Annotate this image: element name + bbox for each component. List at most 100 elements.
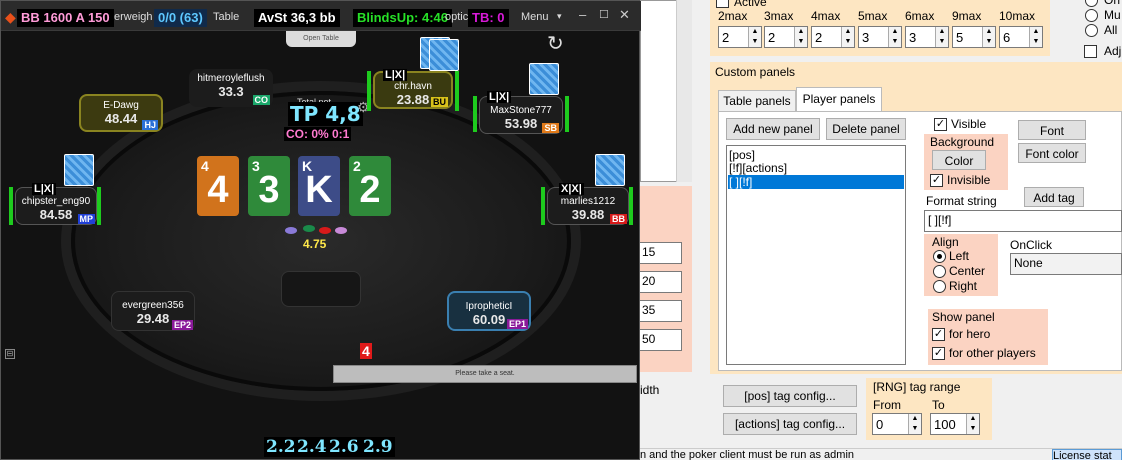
for-hero-label: for hero xyxy=(949,327,991,341)
spinner-arrows[interactable]: ▲ ▼ xyxy=(908,414,921,434)
max-spinner-1[interactable]: 2 ▲ ▼ xyxy=(764,26,808,48)
max-spinner-5[interactable]: 5 ▲ ▼ xyxy=(952,26,996,48)
format-string-label: Format string xyxy=(926,194,997,208)
radio-all-label: All xyxy=(1104,23,1118,37)
from-value: 0 xyxy=(876,417,884,432)
hud-average-stack: AvSt 36,3 bb xyxy=(254,9,340,27)
max-spinner-0[interactable]: 2 ▲ ▼ xyxy=(718,26,762,48)
align-center-radio[interactable] xyxy=(933,265,946,278)
to-spinner[interactable]: 100 ▲ ▼ xyxy=(930,413,980,435)
player-marks: X|X| xyxy=(559,183,584,195)
add-new-panel-button[interactable]: Add new panel xyxy=(726,118,820,140)
open-table-tab[interactable]: Open Table xyxy=(286,31,356,47)
format-string-input[interactable]: [ ][!f] xyxy=(924,210,1122,232)
panel-listbox[interactable]: [pos] [!f][actions] [ ][!f] xyxy=(726,145,906,365)
tab-table-label: Table panels xyxy=(723,94,791,108)
adjust-checkbox[interactable] xyxy=(1084,45,1097,58)
menu-button[interactable]: Menu xyxy=(521,11,549,23)
seat-evergreen356[interactable]: evergreen356 29.48 EP2 xyxy=(111,291,195,331)
left-value-1[interactable]: 15 xyxy=(638,242,682,264)
position-badge: SB xyxy=(542,123,559,133)
invisible-checkbox[interactable]: ✓ xyxy=(930,174,943,187)
menu-dropdown-icon[interactable]: ▾ xyxy=(557,11,562,22)
left-value-3[interactable]: 35 xyxy=(638,300,682,322)
spinner-arrows[interactable]: ▲ ▼ xyxy=(935,27,948,47)
delete-panel-button[interactable]: Delete panel xyxy=(826,118,906,140)
panel-list-item[interactable]: [pos] xyxy=(729,148,755,162)
board-card: 33 xyxy=(248,156,290,216)
spinner-arrows[interactable]: ▲ ▼ xyxy=(1029,27,1042,47)
player-marks: L|X| xyxy=(383,69,408,81)
max-spinner-4[interactable]: 3 ▲ ▼ xyxy=(905,26,949,48)
left-value-4[interactable]: 50 xyxy=(638,329,682,351)
take-seat-bar[interactable]: Please take a seat. xyxy=(333,365,637,383)
panel-list-selected-label: [ ][!f] xyxy=(729,175,753,189)
panel-list-item[interactable]: [!f][actions] xyxy=(729,161,787,175)
card-rank-big: 3 xyxy=(258,169,280,211)
spinner-arrows[interactable]: ▲ ▼ xyxy=(966,414,979,434)
radio-on[interactable] xyxy=(1085,0,1098,7)
from-spinner[interactable]: 0 ▲ ▼ xyxy=(872,413,922,435)
maximize-icon[interactable]: ☐ xyxy=(599,8,609,21)
diamond-icon: ◆ xyxy=(5,9,16,25)
actions-tag-config-button[interactable]: [actions] tag config... xyxy=(723,413,857,435)
align-left-radio[interactable] xyxy=(933,250,946,263)
radio-mu[interactable] xyxy=(1085,9,1098,22)
max-spinner-6[interactable]: 6 ▲ ▼ xyxy=(999,26,1043,48)
card-rank-big: 4 xyxy=(207,169,229,211)
align-right-label: Right xyxy=(949,279,978,293)
bet-size-button[interactable]: 2.4 xyxy=(295,437,329,457)
panel-list-item-selected[interactable]: [ ][!f] xyxy=(728,175,904,189)
side-expand-icon[interactable]: ⊟ xyxy=(5,349,15,359)
seat-e-dawg[interactable]: E-Dawg 48.44 HJ xyxy=(79,94,163,132)
radio-all[interactable] xyxy=(1085,24,1098,37)
tab-player-panels[interactable]: Player panels xyxy=(796,87,882,112)
player-marks: L|X| xyxy=(487,91,512,103)
onclick-select[interactable]: None xyxy=(1010,253,1122,275)
card-back xyxy=(529,63,559,95)
close-icon[interactable]: ✕ xyxy=(619,7,630,23)
align-left-label: Left xyxy=(949,249,970,263)
board-card: 44 xyxy=(197,156,239,216)
align-right-radio[interactable] xyxy=(933,280,946,293)
max-spinner-3[interactable]: 3 ▲ ▼ xyxy=(858,26,902,48)
spinner-arrows[interactable]: ▲ ▼ xyxy=(748,27,761,47)
seat-iprophetici[interactable]: IprophеticI 60.09 EP1 xyxy=(447,291,531,331)
font-button[interactable]: Font xyxy=(1018,120,1086,140)
max-value: 3 xyxy=(909,30,917,45)
add-tag-button[interactable]: Add tag xyxy=(1024,187,1084,207)
onclick-label: OnClick xyxy=(1010,238,1053,252)
pot-amount: 4.75 xyxy=(303,237,327,251)
minimize-icon[interactable]: – xyxy=(579,7,586,22)
left-value-2[interactable]: 20 xyxy=(638,271,682,293)
active-checkbox[interactable] xyxy=(716,0,729,8)
for-other-checkbox[interactable]: ✓ xyxy=(932,347,945,360)
refresh-icon[interactable]: ↻ xyxy=(547,31,564,56)
show-panel-label: Show panel xyxy=(932,310,995,324)
max-spinner-2[interactable]: 2 ▲ ▼ xyxy=(811,26,855,48)
status-text: n and the poker client must be run as ad… xyxy=(640,449,855,460)
red-number-badge: 4 xyxy=(360,343,372,359)
font-color-button[interactable]: Font color xyxy=(1018,143,1086,163)
tab-table-panels[interactable]: Table panels xyxy=(718,90,796,112)
left-scrollbar[interactable] xyxy=(676,0,692,182)
seat-hitmeroyleflush[interactable]: hitmeroyleflush 33.3 CO xyxy=(189,69,273,107)
pos-tag-config-button[interactable]: [pos] tag config... xyxy=(723,385,857,407)
bet-size-button[interactable]: 2.6 xyxy=(327,437,361,457)
visible-checkbox[interactable]: ✓ xyxy=(934,118,947,131)
poker-table-window: ◆ BB 1600 A 150 erweigh 0/0 (63) Table A… xyxy=(0,0,641,460)
max-value: 3 xyxy=(862,30,870,45)
dealer-tray xyxy=(281,271,361,307)
align-label: Align xyxy=(932,235,959,249)
spinner-arrows[interactable]: ▲ ▼ xyxy=(841,27,854,47)
bet-size-button[interactable]: 2.9 xyxy=(361,437,395,457)
license-status: License stat xyxy=(1052,449,1122,460)
player-name: chr.havn xyxy=(394,81,432,92)
bet-size-button[interactable]: 2.2 xyxy=(264,437,298,457)
for-hero-checkbox[interactable]: ✓ xyxy=(932,328,945,341)
spinner-arrows[interactable]: ▲ ▼ xyxy=(982,27,995,47)
visible-label: Visible xyxy=(951,117,987,131)
color-button[interactable]: Color xyxy=(932,150,986,170)
spinner-arrows[interactable]: ▲ ▼ xyxy=(794,27,807,47)
spinner-arrows[interactable]: ▲ ▼ xyxy=(888,27,901,47)
